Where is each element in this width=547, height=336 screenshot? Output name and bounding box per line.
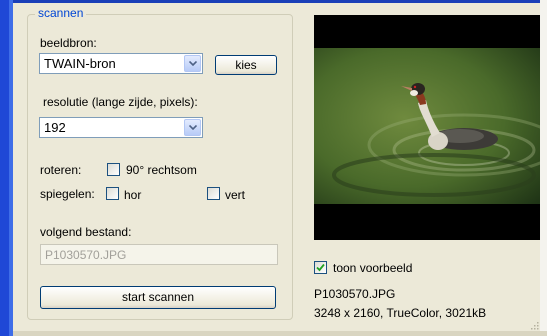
show-preview-label[interactable]: toon voorbeeld — [333, 261, 412, 275]
grebe-photo — [314, 15, 540, 240]
mirror-vertical-checkbox[interactable] — [207, 187, 220, 200]
next-file-field: P1030570.JPG — [40, 244, 278, 265]
resolution-label: resolutie (lange zijde, pixels): — [43, 95, 198, 109]
source-label: beeldbron: — [40, 36, 97, 50]
scan-groupbox-caption: scannen — [35, 6, 87, 20]
source-select[interactable]: TWAIN-bron — [39, 53, 203, 74]
chevron-down-icon[interactable] — [184, 55, 201, 72]
next-file-label: volgend bestand: — [40, 225, 132, 239]
rotate-option-label[interactable]: 90° rechtsom — [126, 163, 197, 177]
checkmark-icon — [316, 263, 325, 272]
mirror-label: spiegelen: — [40, 187, 95, 201]
preview-filename: P1030570.JPG — [314, 287, 396, 301]
preview-file-info: 3248 x 2160, TrueColor, 3021kB — [314, 306, 487, 320]
window-top-edge — [0, 0, 547, 3]
show-preview-checkbox[interactable] — [314, 261, 327, 274]
start-scan-button[interactable]: start scannen — [40, 286, 276, 309]
resolution-select[interactable]: 192 — [39, 117, 203, 138]
next-file-value: P1030570.JPG — [45, 248, 127, 262]
rotate-label: roteren: — [40, 163, 82, 177]
resolution-select-value: 192 — [44, 120, 66, 135]
window-bottom-shadow — [13, 331, 547, 336]
mirror-horizontal-label[interactable]: hor — [124, 188, 141, 202]
preview-image — [314, 15, 540, 240]
choose-source-button[interactable]: kies — [215, 55, 277, 75]
mirror-horizontal-checkbox[interactable] — [106, 187, 119, 200]
source-select-value: TWAIN-bron — [44, 56, 116, 71]
window-left-border — [0, 0, 13, 336]
mirror-vertical-label[interactable]: vert — [225, 188, 245, 202]
resize-grip-icon[interactable] — [529, 319, 539, 330]
chevron-down-icon[interactable] — [184, 119, 201, 136]
window-right-edge — [540, 0, 547, 336]
rotate-checkbox[interactable] — [107, 163, 120, 176]
